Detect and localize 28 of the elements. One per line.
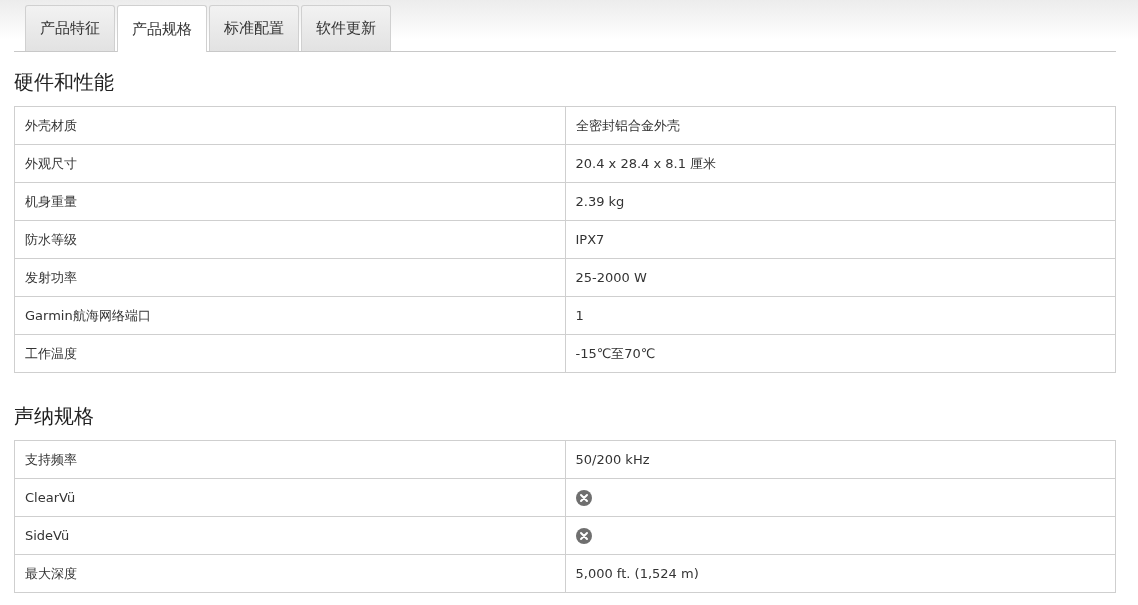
- spec-value-cell: 2.39 kg: [565, 182, 1116, 221]
- x-circle-icon: [575, 527, 592, 544]
- spec-label-cell: 支持频率: [14, 440, 565, 479]
- tab[interactable]: 产品规格: [117, 5, 207, 52]
- spec-value-cell: 20.4 x 28.4 x 8.1 厘米: [565, 144, 1116, 183]
- spec-value-cell: 1: [565, 296, 1116, 335]
- section-title: 硬件和性能: [14, 69, 115, 96]
- spec-label-cell: 防水等级: [14, 220, 565, 259]
- spec-label-cell: Garmin航海网络端口: [14, 296, 565, 335]
- tab[interactable]: 标准配置: [209, 5, 299, 51]
- spec-value-cell: 5,000 ft. (1,524 m): [565, 554, 1116, 593]
- spec-label-cell: 发射功率: [14, 258, 565, 297]
- spec-label-cell: 外观尺寸: [14, 144, 565, 183]
- section-title: 声纳规格: [14, 403, 95, 430]
- spec-value-cell: 全密封铝合金外壳: [565, 106, 1116, 145]
- spec-label-cell: 外壳材质: [14, 106, 565, 145]
- spec-value-cell: IPX7: [565, 220, 1116, 259]
- spec-label-cell: SideVü: [14, 516, 565, 555]
- spec-label-cell: 工作温度: [14, 334, 565, 373]
- tab[interactable]: 软件更新: [301, 5, 391, 51]
- spec-value-cell: 50/200 kHz: [565, 440, 1116, 479]
- spec-value-cell: -15℃至70℃: [565, 334, 1116, 373]
- spec-label-cell: ClearVü: [14, 478, 565, 517]
- spec-label-cell: 最大深度: [14, 554, 565, 593]
- spec-value-cell: 25-2000 W: [565, 258, 1116, 297]
- tab[interactable]: 产品特征: [25, 5, 115, 51]
- spec-label-cell: 机身重量: [14, 182, 565, 221]
- x-circle-icon: [575, 489, 592, 506]
